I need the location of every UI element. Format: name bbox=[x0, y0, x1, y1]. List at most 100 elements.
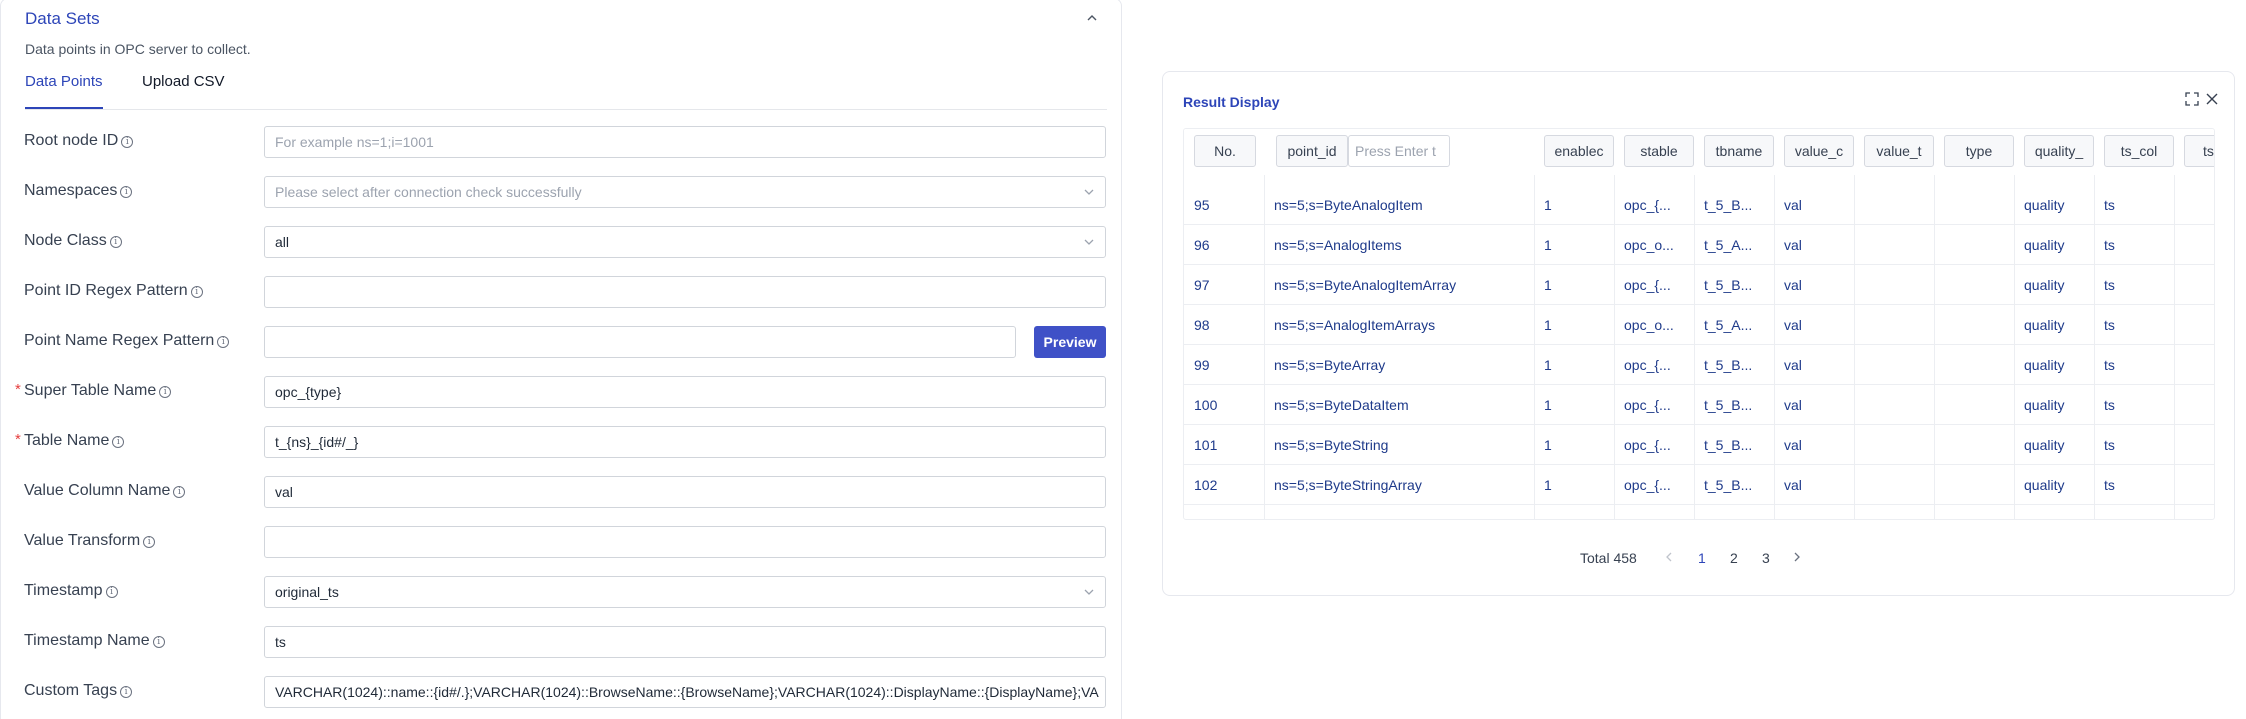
field-label: Value Column Name i bbox=[24, 482, 186, 500]
result-display-title: Result Display bbox=[1183, 94, 1280, 110]
preview-button[interactable]: Preview bbox=[1034, 326, 1106, 358]
cell-stable: opc_o... bbox=[1624, 237, 1674, 253]
table-row[interactable]: 100 ns=5;s=ByteDataItem 1 opc_{... t_5_B… bbox=[1184, 385, 2214, 425]
table-row[interactable]: 95 ns=5;s=ByteAnalogItem 1 opc_{... t_5_… bbox=[1184, 185, 2214, 225]
cell-value-col: val bbox=[1784, 357, 1802, 373]
cell-value-col: val bbox=[1784, 317, 1802, 333]
page-3[interactable]: 3 bbox=[1762, 550, 1770, 566]
info-icon[interactable]: i bbox=[120, 186, 133, 198]
chevron-up-icon[interactable] bbox=[1085, 11, 1099, 25]
cell-quality: quality bbox=[2024, 357, 2065, 373]
info-icon[interactable]: i bbox=[109, 236, 122, 248]
timestamp-name-input[interactable]: ts bbox=[264, 626, 1106, 658]
cell-enabled: 1 bbox=[1544, 237, 1552, 253]
form-row-node-class: Node Class i all bbox=[24, 224, 1106, 258]
table-header: No. point_id Press Enter t enablec stabl… bbox=[1184, 129, 2214, 179]
info-icon[interactable]: i bbox=[217, 336, 230, 348]
column-header-extra[interactable]: ts bbox=[2184, 135, 2214, 167]
chevron-down-icon bbox=[1084, 589, 1094, 595]
cell-ts-col: ts bbox=[2104, 317, 2115, 333]
point-id-filter-input[interactable]: Press Enter t bbox=[1348, 135, 1450, 167]
cell-point-id: ns=5;s=ByteAnalogItem bbox=[1274, 197, 1423, 213]
table-row[interactable]: 99 ns=5;s=ByteArray 1 opc_{... t_5_B... … bbox=[1184, 345, 2214, 385]
info-icon[interactable]: i bbox=[120, 686, 133, 698]
close-icon[interactable] bbox=[2205, 92, 2219, 106]
page-2[interactable]: 2 bbox=[1730, 550, 1738, 566]
cell-ts-col: ts bbox=[2104, 437, 2115, 453]
info-icon[interactable]: i bbox=[159, 386, 172, 398]
field-label: Super Table Name i bbox=[24, 382, 172, 400]
cell-enabled: 1 bbox=[1544, 477, 1552, 493]
column-header-stable[interactable]: stable bbox=[1624, 135, 1694, 167]
custom-tags-input[interactable]: VARCHAR(1024)::name::{id#/.};VARCHAR(102… bbox=[264, 676, 1106, 708]
form-row-value-column: Value Column Name i val bbox=[24, 474, 1106, 508]
field-label: Point Name Regex Pattern i bbox=[24, 332, 230, 350]
result-display-panel: Result Display No. point_id Press Enter … bbox=[1162, 71, 2235, 596]
chevron-down-icon bbox=[1084, 189, 1094, 195]
cell-quality: quality bbox=[2024, 317, 2065, 333]
column-header-enabled[interactable]: enablec bbox=[1544, 135, 1614, 167]
table-row[interactable]: 97 ns=5;s=ByteAnalogItemArray 1 opc_{...… bbox=[1184, 265, 2214, 305]
info-icon[interactable]: i bbox=[105, 586, 118, 598]
point-name-regex-input[interactable] bbox=[264, 326, 1016, 358]
root-node-input[interactable]: For example ns=1;i=1001 bbox=[264, 126, 1106, 158]
column-header-type[interactable]: type bbox=[1944, 135, 2014, 167]
table-name-input[interactable]: t_{ns}_{id#/_} bbox=[264, 426, 1106, 458]
cell-enabled: 1 bbox=[1544, 197, 1552, 213]
table-row[interactable]: 101 ns=5;s=ByteString 1 opc_{... t_5_B..… bbox=[1184, 425, 2214, 465]
info-icon[interactable]: i bbox=[112, 436, 125, 448]
info-icon[interactable]: i bbox=[121, 136, 134, 148]
info-icon[interactable]: i bbox=[173, 486, 186, 498]
cell-no: 101 bbox=[1194, 437, 1218, 453]
field-label: Timestamp Name i bbox=[24, 632, 165, 650]
required-mark: * bbox=[15, 431, 21, 448]
cell-point-id: ns=5;s=ByteDataItem bbox=[1274, 397, 1409, 413]
column-header-point-id[interactable]: point_id bbox=[1276, 135, 1348, 167]
table-row[interactable]: 102 ns=5;s=ByteStringArray 1 opc_{... t_… bbox=[1184, 465, 2214, 505]
fullscreen-icon[interactable] bbox=[2185, 92, 2199, 106]
cell-no: 99 bbox=[1194, 357, 1210, 373]
namespaces-select[interactable]: Please select after connection check suc… bbox=[264, 176, 1106, 208]
field-label: Table Name i bbox=[24, 432, 125, 450]
cell-point-id: ns=5;s=ByteString bbox=[1274, 437, 1389, 453]
field-label: Value Transform i bbox=[24, 532, 156, 550]
super-table-input[interactable]: opc_{type} bbox=[264, 376, 1106, 408]
value-column-input[interactable]: val bbox=[264, 476, 1106, 508]
form-row-namespaces: Namespaces i Please select after connecti… bbox=[24, 174, 1106, 208]
field-label: Point ID Regex Pattern i bbox=[24, 282, 203, 300]
column-header-quality[interactable]: quality_ bbox=[2024, 135, 2094, 167]
cell-point-id: ns=5;s=ByteArray bbox=[1274, 357, 1386, 373]
column-header-no[interactable]: No. bbox=[1194, 135, 1256, 167]
cell-tbname: t_5_B... bbox=[1704, 437, 1753, 453]
cell-no: 96 bbox=[1194, 237, 1210, 253]
page-1[interactable]: 1 bbox=[1698, 550, 1706, 566]
point-id-regex-input[interactable] bbox=[264, 276, 1106, 308]
form-row-custom-tags: Custom Tags i VARCHAR(1024)::name::{id#/.… bbox=[24, 674, 1106, 708]
value-transform-input[interactable] bbox=[264, 526, 1106, 558]
column-header-value-transform[interactable]: value_t bbox=[1864, 135, 1934, 167]
cell-value-col: val bbox=[1784, 237, 1802, 253]
column-header-value-col[interactable]: value_c bbox=[1784, 135, 1854, 167]
cell-ts-col: ts bbox=[2104, 477, 2115, 493]
chevron-right-icon[interactable] bbox=[1791, 550, 1803, 564]
cell-tbname: t_5_A... bbox=[1704, 317, 1753, 333]
timestamp-select[interactable]: original_ts bbox=[264, 576, 1106, 608]
cell-value-col: val bbox=[1784, 477, 1802, 493]
table-row[interactable]: 96 ns=5;s=AnalogItems 1 opc_o... t_5_A..… bbox=[1184, 225, 2214, 265]
column-header-ts-col[interactable]: ts_col bbox=[2104, 135, 2174, 167]
cell-enabled: 1 bbox=[1544, 277, 1552, 293]
node-class-select[interactable]: all bbox=[264, 226, 1106, 258]
info-icon[interactable]: i bbox=[143, 536, 156, 548]
cell-value-col: val bbox=[1784, 197, 1802, 213]
field-label: Timestamp i bbox=[24, 582, 118, 600]
tab-upload-csv[interactable]: Upload CSV bbox=[142, 73, 225, 109]
form-row-super-table: * Super Table Name i opc_{type} bbox=[15, 374, 1106, 408]
form-row-point-name-regex: Point Name Regex Pattern i Preview bbox=[24, 324, 1106, 358]
table-row[interactable]: 98 ns=5;s=AnalogItemArrays 1 opc_o... t_… bbox=[1184, 305, 2214, 345]
info-icon[interactable]: i bbox=[152, 636, 165, 648]
tab-data-points[interactable]: Data Points bbox=[25, 73, 103, 109]
column-header-tbname[interactable]: tbname bbox=[1704, 135, 1774, 167]
info-icon[interactable]: i bbox=[190, 286, 203, 298]
cell-stable: opc_{... bbox=[1624, 197, 1671, 213]
chevron-left-icon[interactable] bbox=[1663, 550, 1675, 564]
